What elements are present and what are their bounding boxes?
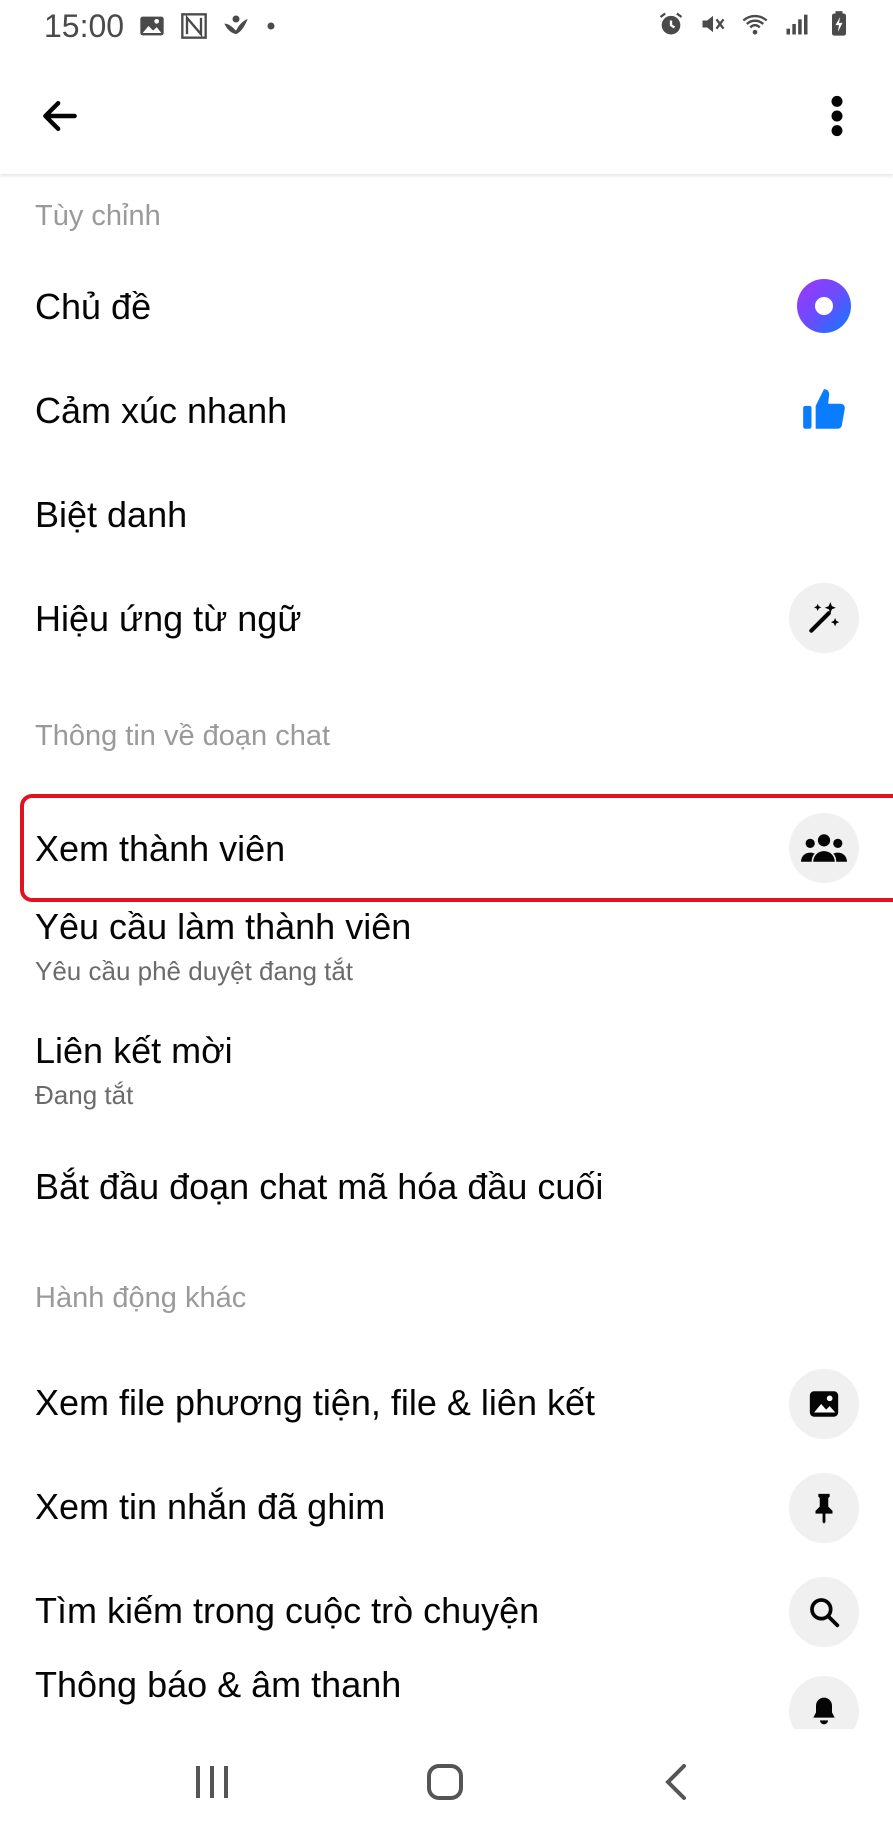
theme-icon: [789, 271, 859, 341]
section-header-other-actions: Hành động khác: [35, 1282, 247, 1314]
notifications-label: Thông báo & âm thanh: [35, 1664, 402, 1705]
see-members-label: Xem thành viên: [35, 828, 286, 869]
wifi-icon: [742, 14, 768, 35]
section-header-chat-info: Thông tin về đoạn chat: [35, 720, 331, 752]
n-app-icon: [181, 13, 207, 39]
back-icon: [665, 1764, 686, 1800]
nav-back-button[interactable]: [641, 1749, 711, 1815]
thumbs-up-icon: [789, 375, 859, 445]
section-header-customize: Tùy chỉnh: [35, 200, 161, 232]
row-notifications[interactable]: Thông báo & âm thanh: [0, 1664, 893, 1729]
more-vertical-icon: [831, 95, 843, 137]
row-quick-reaction[interactable]: Cảm xúc nhanh: [0, 358, 893, 462]
row-view-pinned[interactable]: Xem tin nhắn đã ghim: [0, 1456, 893, 1560]
signal-icon: [786, 14, 808, 35]
search-icon: [789, 1577, 859, 1647]
row-view-media[interactable]: Xem file phương tiện, file & liên kết: [0, 1352, 893, 1456]
row-word-effects[interactable]: Hiệu ứng từ ngữ: [0, 566, 893, 670]
bell-icon: [789, 1676, 859, 1729]
dot-icon: [267, 22, 275, 30]
alarm-icon: [659, 12, 683, 35]
pin-icon: [789, 1473, 859, 1543]
row-member-requests[interactable]: Yêu cầu làm thành viên Yêu cầu phê duyệt…: [0, 902, 893, 1012]
member-requests-status: Yêu cầu phê duyệt đang tắt: [35, 956, 354, 986]
status-bar: 15:00: [0, 0, 893, 56]
screen: 15:00 Tùy chỉnh Chủ đề Cảm xúc nhanh Biệ…: [0, 0, 893, 1835]
image-icon: [140, 16, 164, 36]
app-bar: [0, 56, 893, 174]
row-e2e-chat[interactable]: Bắt đầu đoạn chat mã hóa đầu cuối: [0, 1140, 893, 1244]
theme-label: Chủ đề: [35, 286, 152, 327]
quick-reaction-label: Cảm xúc nhanh: [35, 390, 288, 431]
home-button[interactable]: [410, 1749, 480, 1815]
search-conversation-label: Tìm kiếm trong cuộc trò chuyện: [35, 1590, 540, 1631]
view-media-label: Xem file phương tiện, file & liên kết: [35, 1382, 595, 1423]
row-theme[interactable]: Chủ đề: [0, 254, 893, 358]
row-see-members[interactable]: Xem thành viên: [0, 800, 893, 896]
status-left-icons: [138, 12, 278, 40]
home-icon: [427, 1764, 463, 1800]
recent-apps-icon: [196, 1766, 228, 1798]
status-time: 15:00: [44, 8, 125, 44]
e2e-chat-label: Bắt đầu đoạn chat mã hóa đầu cuối: [35, 1166, 604, 1207]
row-search-conversation[interactable]: Tìm kiếm trong cuộc trò chuyện: [0, 1560, 893, 1664]
system-nav-bar: [0, 1729, 893, 1835]
battery-charging-icon: [832, 11, 846, 36]
status-right-icons: [657, 10, 853, 38]
mute-icon: [702, 15, 725, 33]
view-pinned-label: Xem tin nhắn đã ghim: [35, 1486, 386, 1527]
member-requests-label: Yêu cầu làm thành viên: [35, 906, 412, 947]
photo-icon: [789, 1369, 859, 1439]
more-options-button[interactable]: [811, 88, 863, 144]
invite-link-status: Đang tắt: [35, 1080, 134, 1110]
bird-app-icon: [224, 15, 248, 35]
nicknames-label: Biệt danh: [35, 494, 188, 535]
arrow-left-icon: [43, 100, 77, 132]
people-icon: [789, 813, 859, 883]
magic-wand-icon: [789, 583, 859, 653]
word-effects-label: Hiệu ứng từ ngữ: [35, 598, 302, 639]
settings-list: Tùy chỉnh Chủ đề Cảm xúc nhanh Biệt danh: [0, 174, 893, 1729]
invite-link-label: Liên kết mời: [35, 1030, 233, 1071]
recent-apps-button[interactable]: [177, 1749, 247, 1815]
row-invite-link[interactable]: Liên kết mời Đang tắt: [0, 1026, 893, 1136]
row-nicknames[interactable]: Biệt danh: [0, 462, 893, 566]
back-button[interactable]: [34, 90, 86, 142]
